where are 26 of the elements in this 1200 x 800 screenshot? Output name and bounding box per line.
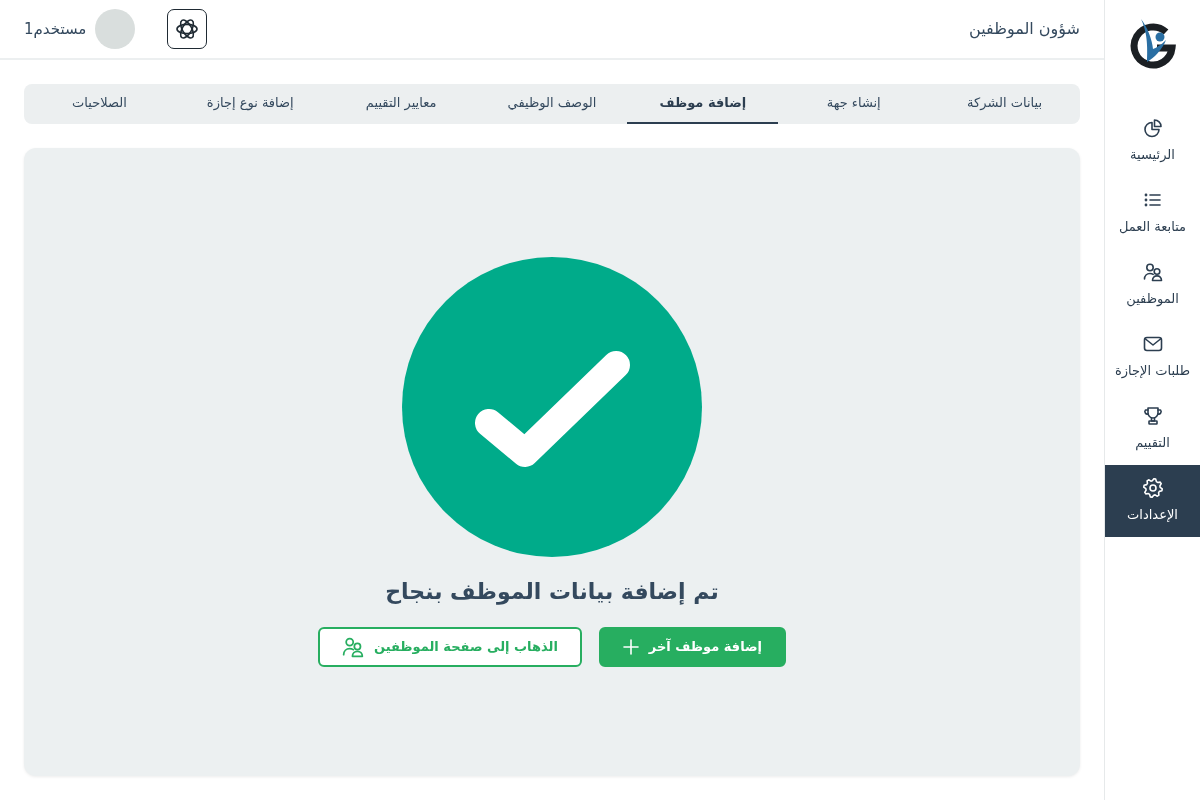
success-message: تم إضافة بيانات الموظف بنجاح [385, 578, 719, 606]
tab[interactable]: الوصف الوظيفي [476, 84, 628, 124]
sidebar-item[interactable]: طلبات الإجازة [1105, 321, 1200, 393]
trophy-icon [1142, 405, 1163, 426]
check-circle-icon [402, 256, 702, 557]
sidebar-item[interactable]: الموظفين [1105, 249, 1200, 321]
tab[interactable]: إضافة نوع إجازة [174, 84, 326, 124]
avatar-icon [95, 9, 136, 49]
tab[interactable]: بيانات الشركة [929, 84, 1080, 124]
sidebar-item[interactable]: التقييم [1105, 393, 1200, 465]
tab[interactable]: إنشاء جهة [778, 84, 930, 124]
plus-icon [622, 639, 639, 656]
sidebar-item[interactable]: الرئيسية [1105, 105, 1200, 177]
user-name: مستخدم1 [24, 18, 87, 40]
page-title: شؤون الموظفين [969, 18, 1080, 41]
tab[interactable]: إضافة موظف [627, 84, 779, 124]
pie-chart-icon [1142, 117, 1163, 138]
sidebar-item[interactable]: متابعة العمل [1105, 177, 1200, 249]
tab[interactable]: الصلاحيات [24, 84, 175, 124]
settings-icon [1142, 477, 1163, 498]
icon-button[interactable] [167, 9, 208, 49]
users-icon [1142, 261, 1163, 282]
tab[interactable]: معايير التقييم [325, 84, 477, 124]
sidebar-item[interactable]: الإعدادات [1105, 465, 1200, 537]
atom-icon [175, 17, 200, 41]
users-icon [342, 636, 364, 659]
